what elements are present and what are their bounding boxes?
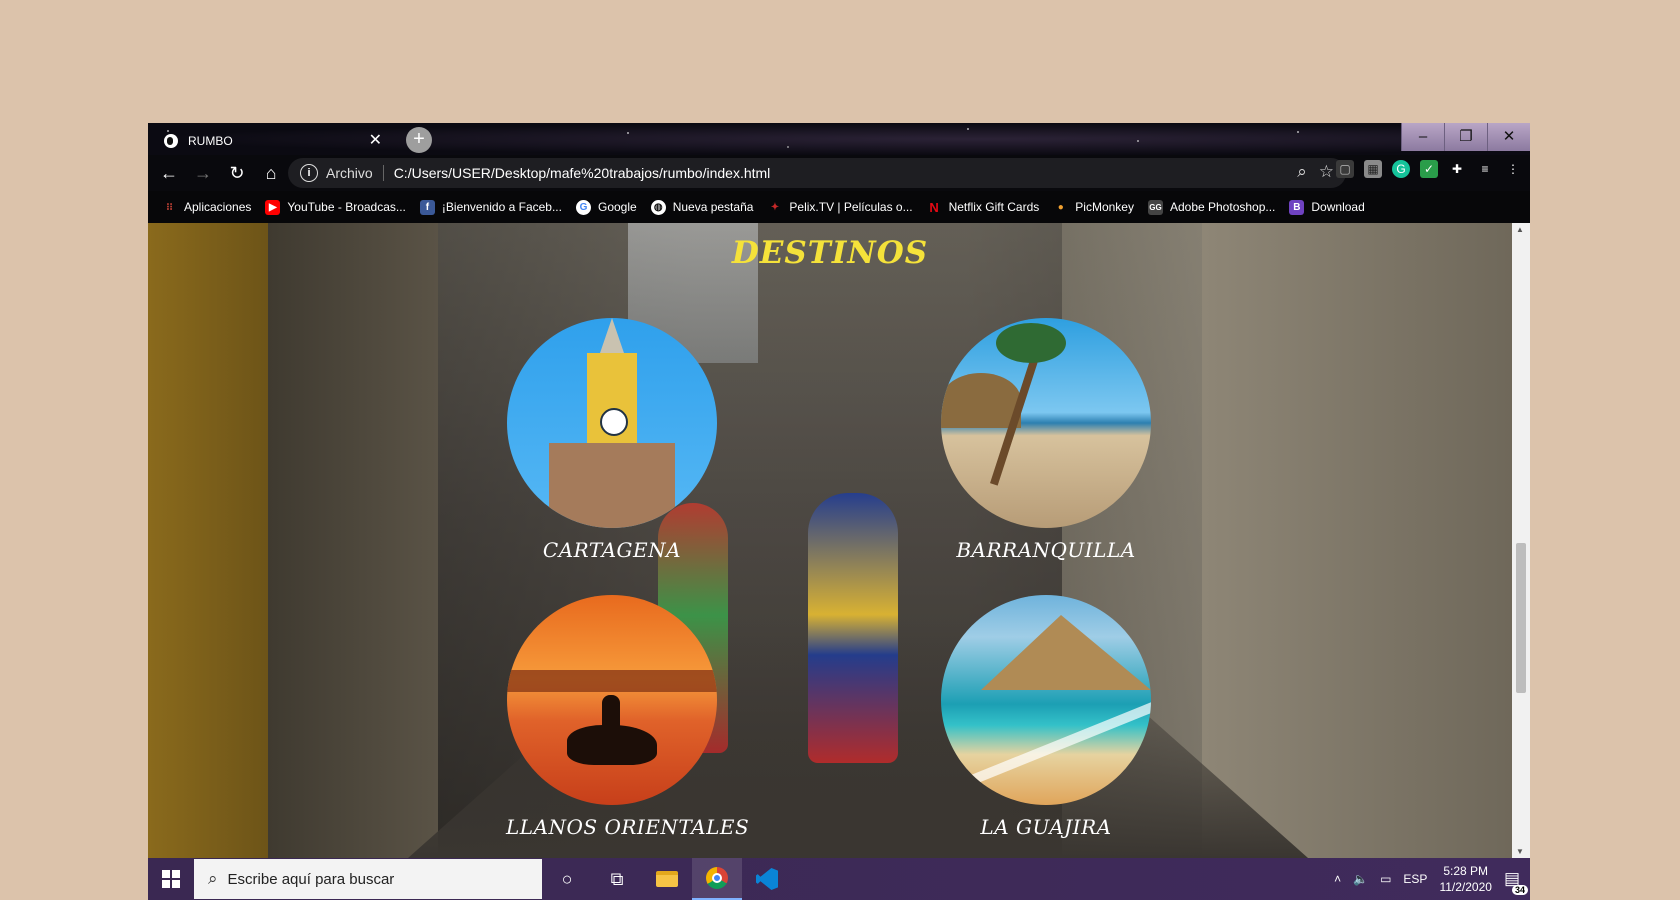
start-button[interactable] xyxy=(148,858,194,900)
back-arrow-icon[interactable]: ← xyxy=(156,160,182,186)
close-window-button[interactable]: ✕ xyxy=(1487,123,1530,151)
bookmark-google[interactable]: G Google xyxy=(575,199,637,215)
chevron-up-icon[interactable]: ˄ xyxy=(1334,872,1341,886)
zoom-icon[interactable]: ⌕ xyxy=(1297,162,1307,182)
address-bar[interactable]: i Archivo C:/Users/USER/Desktop/mafe%20t… xyxy=(288,158,1346,188)
destination-llanos-orientales[interactable]: LLANOS ORIENTALES xyxy=(506,595,750,839)
playlist-icon[interactable]: ≡ xyxy=(1476,160,1494,178)
destination-cartagena[interactable]: CARTAGENA xyxy=(506,318,718,562)
taskbar-search-box[interactable]: ⌕ Escribe aquí para buscar xyxy=(194,859,542,899)
extension-icon[interactable]: ▢ xyxy=(1336,160,1354,178)
background-figure xyxy=(808,493,898,763)
facebook-icon: f xyxy=(419,199,435,215)
bookmarks-bar: ⁝⁝ Aplicaciones ▶ YouTube - Broadcas... … xyxy=(148,191,1530,223)
browser-window: RUMBO ✕ + – ❐ ✕ ← → ↻ ⌂ i Archivo C:/Use… xyxy=(148,123,1530,900)
page-content: DESTINOS CARTAGENA BARRANQUILLA LLANOS O… xyxy=(148,223,1512,858)
address-scheme: Archivo xyxy=(326,165,384,181)
bookmark-facebook[interactable]: f ¡Bienvenido a Faceb... xyxy=(419,199,562,215)
destination-barranquilla[interactable]: BARRANQUILLA xyxy=(940,318,1152,562)
window-controls: – ❐ ✕ xyxy=(1401,123,1530,153)
background-building xyxy=(268,223,438,858)
cortana-button[interactable]: ○ xyxy=(542,858,592,900)
bookmark-netflix[interactable]: N Netflix Gift Cards xyxy=(927,199,1039,215)
cartagena-image[interactable] xyxy=(507,318,717,528)
reload-icon[interactable]: ↻ xyxy=(224,160,250,186)
clock-date: 11/2/2020 xyxy=(1439,880,1492,894)
chrome-icon xyxy=(706,867,728,889)
minimize-button[interactable]: – xyxy=(1401,123,1444,151)
grammarly-icon[interactable]: G xyxy=(1392,160,1410,178)
barranquilla-image[interactable] xyxy=(941,318,1151,528)
destination-caption: CARTAGENA xyxy=(542,538,682,562)
llanos-orientales-image[interactable] xyxy=(507,595,717,805)
notifications-icon[interactable]: ▤ 34 xyxy=(1504,869,1528,895)
scroll-up-icon[interactable]: ▲ xyxy=(1516,225,1524,234)
pelix-icon: ✦ xyxy=(770,201,780,213)
maximize-button[interactable]: ❐ xyxy=(1444,123,1487,151)
volume-icon[interactable]: 🔈 xyxy=(1353,872,1368,886)
bookmark-star-icon[interactable]: ☆ xyxy=(1319,162,1334,182)
clock[interactable]: 5:28 PM 11/2/2020 xyxy=(1439,863,1492,895)
close-tab-icon[interactable]: ✕ xyxy=(369,130,382,150)
tab-rumbo[interactable]: RUMBO ✕ xyxy=(156,127,396,155)
picmonkey-icon: ● xyxy=(1057,201,1064,213)
bootstrap-icon: B xyxy=(1289,199,1305,215)
netflix-icon: N xyxy=(929,199,939,215)
language-indicator[interactable]: ESP xyxy=(1403,872,1427,886)
page-scrollbar[interactable]: ▲ ▼ xyxy=(1512,223,1530,858)
puzzle-icon[interactable]: ✚ xyxy=(1448,160,1466,178)
destination-caption: BARRANQUILLA xyxy=(956,538,1136,562)
menu-icon[interactable]: ⋮ xyxy=(1504,160,1522,178)
bookmark-youtube[interactable]: ▶ YouTube - Broadcas... xyxy=(265,199,406,215)
search-icon: ⌕ xyxy=(208,869,218,888)
scrollbar-thumb[interactable] xyxy=(1516,543,1526,693)
destination-caption: LA GUAJIRA xyxy=(980,815,1112,839)
clock-time: 5:28 PM xyxy=(1443,864,1489,878)
destination-la-guajira[interactable]: LA GUAJIRA xyxy=(940,595,1152,839)
gg-icon: GG xyxy=(1147,199,1163,215)
background-building xyxy=(1202,223,1512,858)
background-building xyxy=(148,223,268,858)
youtube-icon: ▶ xyxy=(265,199,281,215)
scroll-down-icon[interactable]: ▼ xyxy=(1516,847,1524,856)
google-icon: G xyxy=(575,199,591,215)
bookmark-picmonkey[interactable]: ● PicMonkey xyxy=(1053,200,1134,215)
bookmark-pelix[interactable]: ✦ Pelix.TV | Películas o... xyxy=(767,200,913,215)
shield-icon[interactable]: ✓ xyxy=(1420,160,1438,178)
destination-caption: LLANOS ORIENTALES xyxy=(506,815,750,839)
home-icon[interactable]: ⌂ xyxy=(258,160,284,186)
info-icon[interactable]: i xyxy=(300,164,318,182)
vscode-taskbar-button[interactable] xyxy=(742,858,792,900)
new-tab-button[interactable]: + xyxy=(406,127,432,153)
globe-icon xyxy=(164,134,178,148)
page-title: DESTINOS xyxy=(731,235,929,271)
extensions-area: ▢ ▦ G ✓ ✚ ≡ ⋮ xyxy=(1336,160,1522,178)
globe-icon: ◍ xyxy=(650,199,666,215)
bookmark-photoshop[interactable]: GG Adobe Photoshop... xyxy=(1147,199,1275,215)
apps-grid-icon: ⁝⁝ xyxy=(166,201,173,213)
chrome-taskbar-button[interactable] xyxy=(692,858,742,900)
tab-title: RUMBO xyxy=(188,134,233,148)
battery-icon[interactable]: ▭ xyxy=(1380,872,1391,886)
browser-toolbar: ← → ↻ ⌂ i Archivo C:/Users/USER/Desktop/… xyxy=(148,155,1530,191)
system-tray: ˄ 🔈 ▭ ESP 5:28 PM 11/2/2020 ▤ 34 xyxy=(1334,858,1528,900)
bookmark-nueva-pestana[interactable]: ◍ Nueva pestaña xyxy=(650,199,753,215)
search-placeholder: Escribe aquí para buscar xyxy=(227,870,395,888)
address-url[interactable]: C:/Users/USER/Desktop/mafe%20trabajos/ru… xyxy=(394,165,771,181)
file-explorer-button[interactable] xyxy=(642,858,692,900)
la-guajira-image[interactable] xyxy=(941,595,1151,805)
windows-taskbar: ⌕ Escribe aquí para buscar ○ ⧉ ˄ 🔈 ▭ ESP… xyxy=(148,858,1530,900)
notification-count: 34 xyxy=(1511,885,1528,895)
extension-icon[interactable]: ▦ xyxy=(1364,160,1382,178)
bookmark-aplicaciones[interactable]: ⁝⁝ Aplicaciones xyxy=(162,200,251,215)
vscode-icon xyxy=(756,868,778,890)
task-view-button[interactable]: ⧉ xyxy=(592,858,642,900)
windows-logo-icon xyxy=(162,870,180,888)
folder-icon xyxy=(656,871,678,887)
tab-strip: RUMBO ✕ + – ❐ ✕ xyxy=(148,123,1530,155)
bookmark-download[interactable]: B Download xyxy=(1289,199,1365,215)
forward-arrow-icon[interactable]: → xyxy=(190,160,216,186)
